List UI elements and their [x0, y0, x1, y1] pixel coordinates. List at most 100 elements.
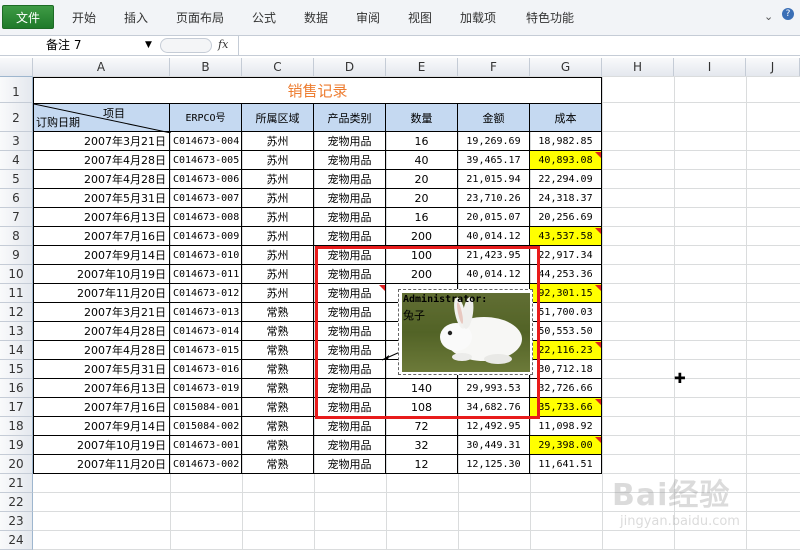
table-cell[interactable]: 常熟: [242, 360, 314, 379]
table-cell[interactable]: 30,712.18: [530, 360, 602, 379]
tab-formulas[interactable]: 公式: [244, 9, 284, 27]
column-title[interactable]: 产品类别: [314, 103, 386, 132]
table-cell[interactable]: 200: [386, 227, 458, 246]
table-cell[interactable]: 2007年9月14日: [33, 417, 170, 436]
help-icon[interactable]: ?: [782, 8, 794, 20]
table-cell[interactable]: 35,733.66: [530, 398, 602, 417]
table-cell[interactable]: 2007年11月20日: [33, 455, 170, 474]
table-cell[interactable]: C014673-002: [170, 455, 242, 474]
table-cell[interactable]: 常熟: [242, 303, 314, 322]
table-cell[interactable]: C014673-001: [170, 436, 242, 455]
tab-home[interactable]: 开始: [64, 9, 104, 27]
table-cell[interactable]: C014673-013: [170, 303, 242, 322]
table-cell[interactable]: 常熟: [242, 436, 314, 455]
worksheet-grid[interactable]: A B C D E F G H I J 1 2 3 4 5 6 7 8 9 10 11 12 13 1…: [0, 58, 800, 550]
table-cell[interactable]: 40: [386, 151, 458, 170]
table-cell[interactable]: 宠物用品: [314, 170, 386, 189]
table-cell[interactable]: 92,301.15: [530, 284, 602, 303]
table-cell[interactable]: 宠物用品: [314, 151, 386, 170]
table-cell[interactable]: 18,982.85: [530, 132, 602, 151]
table-cell[interactable]: 20,015.07: [458, 208, 530, 227]
table-cell[interactable]: 40,014.12: [458, 227, 530, 246]
table-cell[interactable]: 常熟: [242, 455, 314, 474]
table-cell[interactable]: 20,256.69: [530, 208, 602, 227]
table-cell[interactable]: 51,700.03: [530, 303, 602, 322]
table-cell[interactable]: 2007年3月21日: [33, 132, 170, 151]
table-cell[interactable]: 苏州: [242, 208, 314, 227]
table-cell[interactable]: 23,710.26: [458, 189, 530, 208]
table-cell[interactable]: C014673-004: [170, 132, 242, 151]
table-cell[interactable]: 常熟: [242, 322, 314, 341]
table-cell[interactable]: 宠物用品: [314, 436, 386, 455]
table-cell[interactable]: 32: [386, 436, 458, 455]
table-cell[interactable]: 常熟: [242, 398, 314, 417]
table-cell[interactable]: 20: [386, 189, 458, 208]
table-cell[interactable]: 常熟: [242, 379, 314, 398]
table-cell[interactable]: 2007年3月21日: [33, 303, 170, 322]
table-cell[interactable]: 苏州: [242, 227, 314, 246]
table-cell[interactable]: 2007年6月13日: [33, 379, 170, 398]
table-cell[interactable]: 2007年5月31日: [33, 189, 170, 208]
name-box-dropdown-icon[interactable]: ▼: [145, 37, 152, 54]
tab-special[interactable]: 特色功能: [518, 9, 582, 27]
table-cell[interactable]: 24,318.37: [530, 189, 602, 208]
table-cell[interactable]: 宠物用品: [314, 227, 386, 246]
table-cell[interactable]: 22,294.09: [530, 170, 602, 189]
table-cell[interactable]: C014673-019: [170, 379, 242, 398]
table-cell[interactable]: C014673-015: [170, 341, 242, 360]
table-cell[interactable]: C014673-014: [170, 322, 242, 341]
table-cell[interactable]: 2007年4月28日: [33, 170, 170, 189]
tab-page-layout[interactable]: 页面布局: [168, 9, 232, 27]
table-cell[interactable]: 2007年9月14日: [33, 246, 170, 265]
table-cell[interactable]: 宠物用品: [314, 132, 386, 151]
table-cell[interactable]: C014673-006: [170, 170, 242, 189]
table-cell[interactable]: C014673-009: [170, 227, 242, 246]
table-cell[interactable]: 苏州: [242, 132, 314, 151]
table-cell[interactable]: 宠物用品: [314, 189, 386, 208]
tab-view[interactable]: 视图: [400, 9, 440, 27]
table-cell[interactable]: 72: [386, 417, 458, 436]
tab-data[interactable]: 数据: [296, 9, 336, 27]
table-cell[interactable]: 2007年10月19日: [33, 265, 170, 284]
table-cell[interactable]: 苏州: [242, 284, 314, 303]
table-cell[interactable]: C014673-007: [170, 189, 242, 208]
table-cell[interactable]: 19,269.69: [458, 132, 530, 151]
table-cell[interactable]: 21,015.94: [458, 170, 530, 189]
table-cell[interactable]: 宠物用品: [314, 455, 386, 474]
table-cell[interactable]: 32,726.66: [530, 379, 602, 398]
table-cell[interactable]: 2007年4月28日: [33, 322, 170, 341]
table-cell[interactable]: 2007年4月28日: [33, 341, 170, 360]
table-cell[interactable]: 50,553.50: [530, 322, 602, 341]
table-cell[interactable]: 11,641.51: [530, 455, 602, 474]
column-title[interactable]: 成本: [530, 103, 602, 132]
table-cell[interactable]: C015084-001: [170, 398, 242, 417]
table-cell[interactable]: 43,537.58: [530, 227, 602, 246]
column-title[interactable]: 所属区域: [242, 103, 314, 132]
table-cell[interactable]: 2007年10月19日: [33, 436, 170, 455]
table-cell[interactable]: 11,098.92: [530, 417, 602, 436]
table-cell[interactable]: C014673-016: [170, 360, 242, 379]
table-cell[interactable]: 2007年6月13日: [33, 208, 170, 227]
table-cell[interactable]: 常熟: [242, 341, 314, 360]
tab-insert[interactable]: 插入: [116, 9, 156, 27]
table-cell[interactable]: 2007年4月28日: [33, 151, 170, 170]
table-cell[interactable]: 39,465.17: [458, 151, 530, 170]
formula-input[interactable]: [238, 36, 800, 55]
table-cell[interactable]: 12: [386, 455, 458, 474]
tab-addins[interactable]: 加载项: [452, 9, 504, 27]
table-cell[interactable]: 苏州: [242, 189, 314, 208]
table-cell[interactable]: C015084-002: [170, 417, 242, 436]
table-cell[interactable]: 40,893.08: [530, 151, 602, 170]
table-cell[interactable]: 30,449.31: [458, 436, 530, 455]
insert-function-icon[interactable]: fx: [218, 38, 228, 51]
table-cell[interactable]: 宠物用品: [314, 208, 386, 227]
table-cell[interactable]: 苏州: [242, 265, 314, 284]
table-cell[interactable]: 2007年5月31日: [33, 360, 170, 379]
table-cell[interactable]: 16: [386, 208, 458, 227]
column-title[interactable]: ERPCO号: [170, 103, 242, 132]
formula-bar-handle[interactable]: [160, 38, 212, 53]
table-cell[interactable]: 44,253.36: [530, 265, 602, 284]
tab-file[interactable]: 文件: [2, 5, 54, 29]
table-cell[interactable]: 12,492.95: [458, 417, 530, 436]
table-cell[interactable]: 苏州: [242, 170, 314, 189]
